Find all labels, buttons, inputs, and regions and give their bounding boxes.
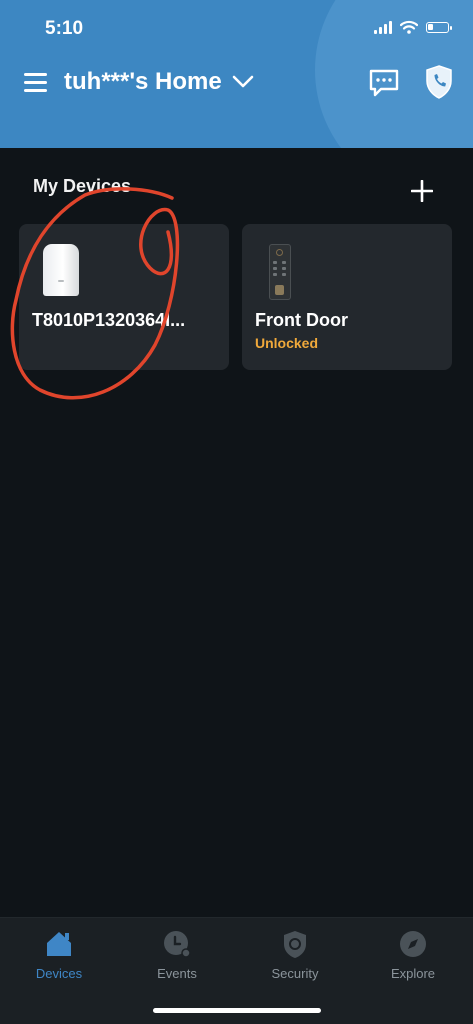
- house-icon: [47, 932, 71, 956]
- compass-icon: [400, 931, 426, 957]
- message-icon[interactable]: [368, 68, 400, 98]
- app-screen: 5:10 tuh***'s Home My Devices T8010P1320…: [0, 0, 473, 1024]
- wifi-icon: [400, 20, 418, 34]
- device-name: T8010P1320364I...: [32, 310, 186, 330]
- shield-icon: [284, 931, 306, 958]
- home-indicator: [153, 1008, 321, 1013]
- status-icons: [374, 20, 452, 34]
- plus-icon[interactable]: [411, 180, 433, 202]
- shield-phone-icon[interactable]: [424, 64, 454, 100]
- nav-security[interactable]: Security: [236, 928, 354, 990]
- device-name: Front Door: [255, 310, 348, 330]
- battery-icon: [426, 21, 452, 33]
- battery-level: [428, 23, 433, 30]
- chevron-down-icon: [232, 75, 254, 88]
- nav-devices[interactable]: Devices: [0, 928, 118, 990]
- red-circle-annotation: [10, 187, 180, 400]
- home-title: tuh***'s Home: [64, 68, 222, 95]
- status-time: 5:10: [45, 18, 84, 39]
- device-card-front-door[interactable]: Front Door Unlocked: [242, 224, 452, 370]
- header: 5:10 tuh***'s Home: [0, 0, 473, 148]
- nav-label: Events: [157, 966, 197, 981]
- section-title: My Devices: [33, 176, 132, 196]
- nav-events[interactable]: Events: [118, 928, 236, 990]
- device-card-homebase[interactable]: T8010P1320364I...: [19, 224, 229, 370]
- menu-button[interactable]: [24, 70, 48, 94]
- lock-status: Unlocked: [255, 335, 319, 351]
- nav-label: Security: [271, 966, 319, 981]
- cellular-signal-icon: [374, 20, 392, 34]
- smart-lock-icon: [269, 244, 291, 300]
- nav-label: Devices: [35, 966, 83, 981]
- home-selector[interactable]: tuh***'s Home: [64, 68, 254, 96]
- homebase-device-icon: [43, 244, 79, 296]
- nav-label: Explore: [390, 966, 436, 981]
- nav-explore[interactable]: Explore: [354, 928, 472, 990]
- clock-icon: [164, 931, 191, 958]
